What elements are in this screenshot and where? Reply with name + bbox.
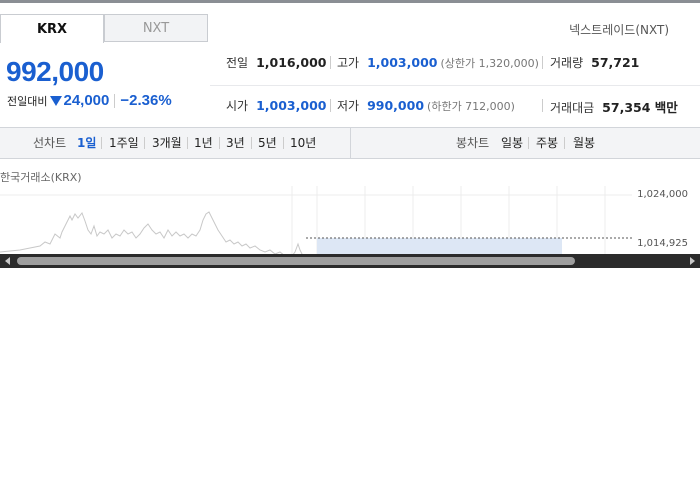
- period-10y[interactable]: 10년: [290, 128, 316, 158]
- tab-krx[interactable]: KRX: [0, 14, 104, 43]
- scroll-left-arrow-icon[interactable]: [5, 257, 10, 265]
- divider: [542, 99, 543, 112]
- stat-label: 거래량: [550, 56, 584, 70]
- divider: [187, 137, 188, 149]
- change-value: 24,000: [63, 92, 110, 109]
- row-divider: [210, 85, 700, 86]
- chart-period-bar: 선차트 1일 1주일 3개월 1년 3년 5년 10년 봉차트 일봉 주봉 월봉: [0, 127, 700, 159]
- period-weekly-candle[interactable]: 주봉: [536, 128, 558, 158]
- nxt-link[interactable]: 넥스트레이드(NXT): [569, 21, 669, 38]
- y-axis-label-top: 1,024,000: [637, 189, 688, 200]
- divider: [330, 56, 331, 69]
- divider: [114, 93, 116, 108]
- price-line: [0, 211, 304, 256]
- period-3m[interactable]: 3개월: [152, 128, 182, 158]
- stat-value: 990,000: [367, 98, 425, 113]
- y-axis-label-prev-close: 1,014,925: [637, 238, 688, 249]
- chart-title: 한국거래소(KRX): [0, 171, 82, 184]
- period-1y[interactable]: 1년: [194, 128, 213, 158]
- change-percent: −2.36%: [120, 92, 172, 109]
- divider: [101, 137, 102, 149]
- candle-chart-label: 봉차트: [456, 136, 490, 150]
- stat-open: 시가 1,003,000: [226, 97, 326, 114]
- stat-label: 저가: [337, 99, 360, 113]
- stat-value: 57,354 백만: [602, 100, 678, 115]
- scrollbar-thumb[interactable]: [17, 257, 575, 265]
- down-triangle-icon: [50, 95, 63, 106]
- divider: [350, 128, 351, 158]
- stat-low: 저가 990,000 (하한가 712,000): [337, 97, 515, 114]
- period-1w[interactable]: 1주일: [109, 128, 139, 158]
- upper-limit: (상한가 1,320,000): [440, 57, 539, 70]
- stat-label: 전일: [226, 56, 249, 70]
- price-change: 전일대비 24,000 −2.36%: [7, 92, 172, 109]
- period-5y[interactable]: 5년: [258, 128, 277, 158]
- stat-amount: 거래대금 57,354 백만: [550, 97, 678, 116]
- line-chart-label: 선차트: [33, 136, 67, 150]
- intraday-price-chart: 1,024,000 1,014,925: [0, 186, 700, 256]
- stat-label: 거래대금: [550, 101, 595, 115]
- divider: [542, 56, 543, 69]
- divider: [528, 137, 529, 149]
- stat-value: 1,003,000: [367, 55, 438, 70]
- stat-label: 고가: [337, 56, 360, 70]
- divider: [283, 137, 284, 149]
- divider: [564, 137, 565, 149]
- stat-label: 시가: [226, 99, 249, 113]
- stat-high: 고가 1,003,000 (상한가 1,320,000): [337, 54, 539, 71]
- scroll-right-arrow-icon[interactable]: [690, 257, 695, 265]
- tab-nxt[interactable]: NXT: [104, 14, 208, 42]
- period-3y[interactable]: 3년: [226, 128, 245, 158]
- top-border: [0, 0, 700, 3]
- change-label: 전일대비: [7, 94, 48, 108]
- period-daily-candle[interactable]: 일봉: [501, 128, 523, 158]
- current-price: 992,000: [6, 56, 104, 87]
- stat-volume: 거래량 57,721: [550, 54, 639, 71]
- stock-quote-widget: KRX NXT 넥스트레이드(NXT) 992,000 전일대비 24,000 …: [0, 0, 700, 490]
- stat-value: 57,721: [591, 55, 640, 70]
- lower-limit: (하한가 712,000): [427, 100, 515, 113]
- period-1d[interactable]: 1일: [77, 128, 96, 158]
- divider: [144, 137, 145, 149]
- period-monthly-candle[interactable]: 월봉: [573, 128, 595, 158]
- divider: [219, 137, 220, 149]
- chart-svg: [0, 186, 632, 256]
- stat-value: 1,003,000: [256, 98, 327, 113]
- stat-value: 1,016,000: [256, 55, 327, 70]
- divider: [251, 137, 252, 149]
- horizontal-scrollbar[interactable]: [0, 254, 700, 268]
- divider: [330, 99, 331, 112]
- stat-prev-close: 전일 1,016,000: [226, 54, 326, 71]
